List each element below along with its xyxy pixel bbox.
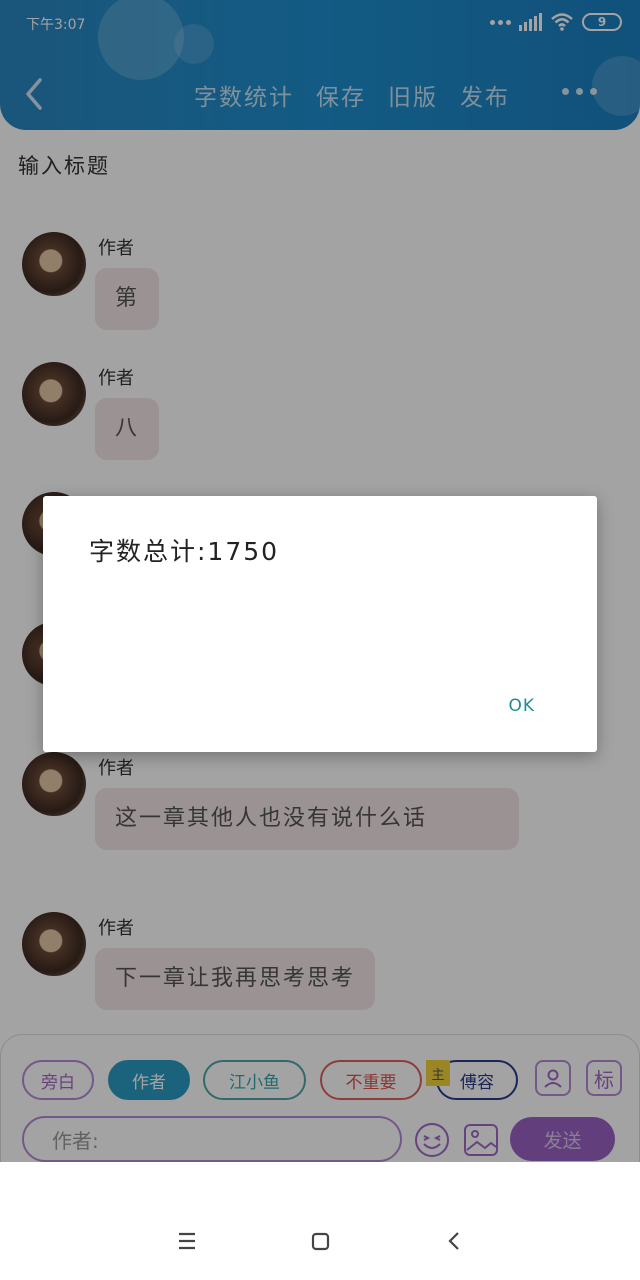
ok-button[interactable]: OK xyxy=(508,696,535,716)
menu-icon[interactable] xyxy=(172,1226,202,1256)
system-nav-bar xyxy=(0,1162,640,1280)
back-icon[interactable] xyxy=(440,1226,470,1256)
word-count-dialog: 字数总计:1750 OK xyxy=(43,496,597,752)
dialog-message: 字数总计:1750 xyxy=(89,537,280,566)
home-icon[interactable] xyxy=(305,1226,335,1256)
